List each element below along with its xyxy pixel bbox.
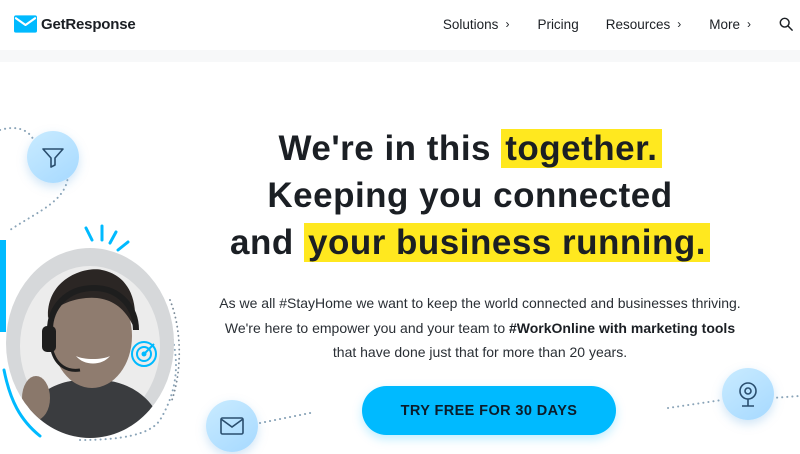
headline-highlight-business: your business running. <box>303 223 710 262</box>
hero-headline: We're in this together. Keeping you conn… <box>190 125 750 266</box>
hero-description-line-2-bold: #WorkOnline with marketing tools <box>509 319 736 336</box>
hero-description-line-3: that have done just that for more than 2… <box>332 344 628 360</box>
headline-line-3-text: and <box>230 223 304 262</box>
hero-description: As we all #StayHome we want to keep the … <box>170 291 790 365</box>
headline-highlight-together: together. <box>501 129 662 168</box>
headline-line-1-text: We're in this <box>278 129 502 168</box>
try-free-button[interactable]: TRY FREE FOR 30 DAYS <box>362 386 616 435</box>
headline-line-2: Keeping you connected <box>267 176 673 215</box>
webcam-circle <box>722 368 774 420</box>
headline-line-1: We're in this together. <box>190 125 750 172</box>
hero-description-line-2-text: We're here to empower you and your team … <box>224 319 509 336</box>
headline-line-3: and your business running. <box>190 219 750 266</box>
hero-description-line-2: We're here to empower you and your team … <box>170 316 790 341</box>
target-icon <box>131 341 157 367</box>
webcam-icon <box>739 382 757 407</box>
mail-icon <box>220 417 244 435</box>
hero-description-line-1: As we all #StayHome we want to keep the … <box>219 295 741 311</box>
mail-circle <box>206 400 258 452</box>
